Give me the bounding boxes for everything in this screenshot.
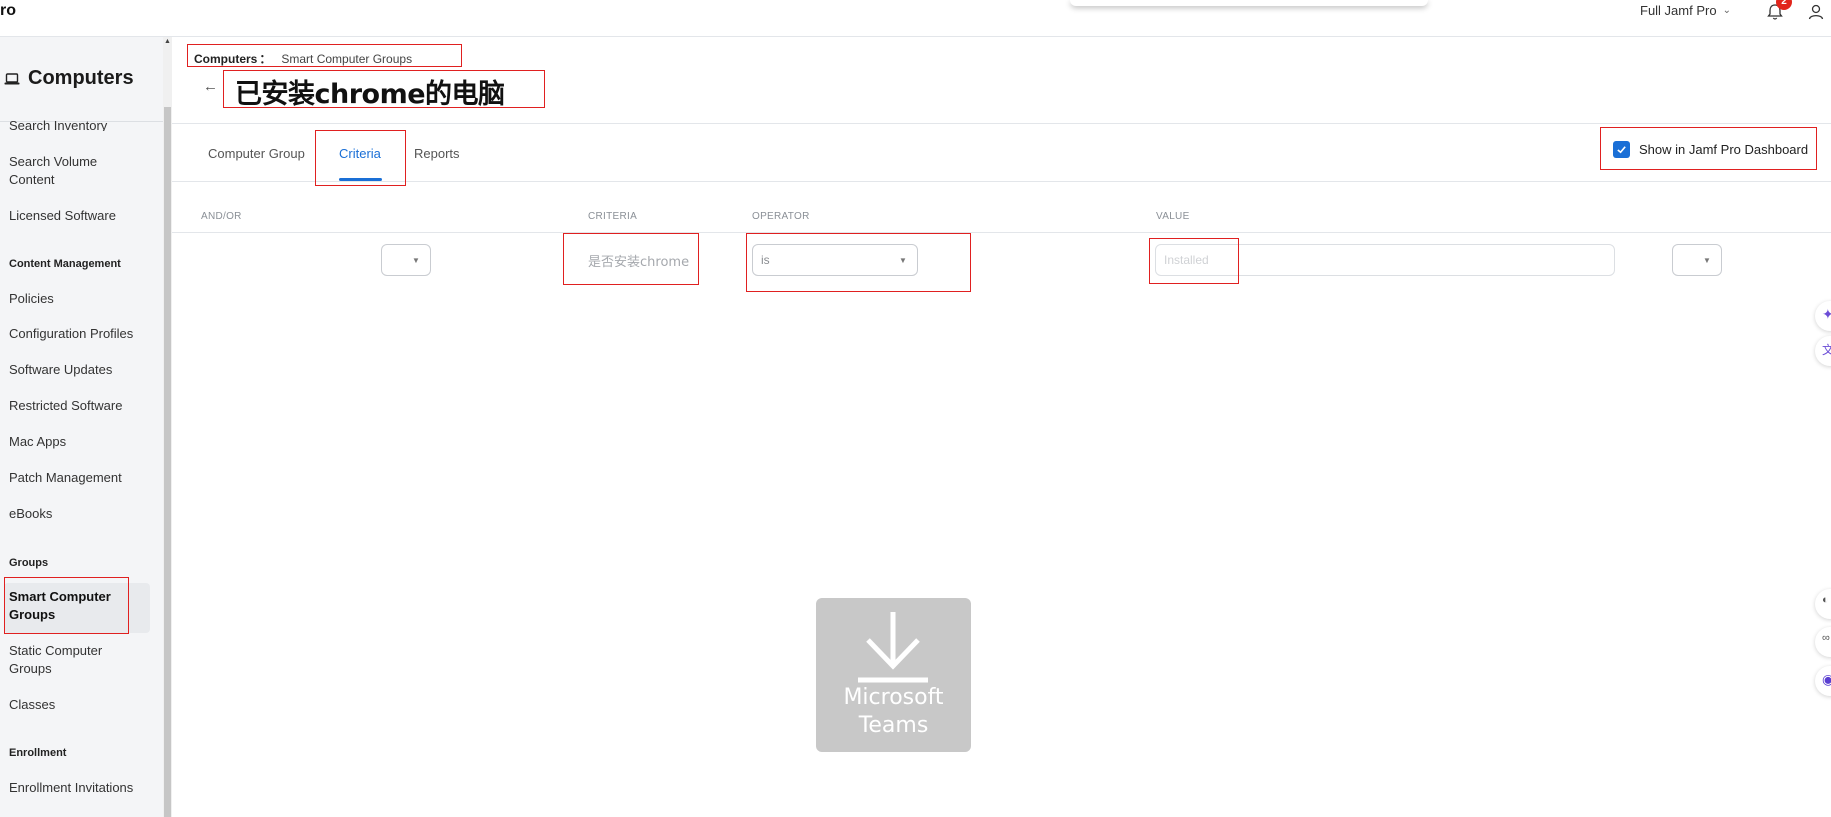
user-icon[interactable]	[1806, 2, 1826, 22]
laptop-icon	[4, 72, 20, 84]
teams-label-line2: Teams	[858, 713, 929, 738]
environment-switcher[interactable]: Full Jamf Pro ⌄	[1640, 3, 1731, 18]
sidebar-item-static-computer-groups[interactable]: Static Computer Groups	[9, 642, 129, 678]
side-tool-button-2[interactable]: ∞	[1815, 627, 1831, 657]
download-arrow-icon	[858, 612, 928, 683]
sidebar-item-licensed-software[interactable]: Licensed Software	[9, 207, 149, 225]
translate-icon: 文	[1822, 343, 1831, 357]
side-tool-button-3[interactable]: ◉	[1815, 666, 1831, 696]
ai-assistant-button[interactable]: ✦	[1815, 301, 1831, 331]
dashboard-checkbox[interactable]	[1613, 141, 1630, 158]
tab-criteria[interactable]: Criteria	[339, 146, 381, 161]
column-header-operator: OPERATOR	[752, 211, 810, 222]
tool-icon: ◐	[1822, 594, 1829, 606]
tab-reports[interactable]: Reports	[414, 146, 460, 161]
scroll-up-arrow-icon[interactable]: ▲	[163, 38, 172, 45]
caret-down-icon: ▼	[412, 256, 420, 265]
sidebar-item-search-volume-content[interactable]: Search Volume Content	[9, 153, 129, 189]
show-in-dashboard-toggle[interactable]: Show in Jamf Pro Dashboard	[1613, 141, 1808, 158]
section-heading-groups: Groups	[9, 557, 49, 569]
checkmark-icon	[1617, 146, 1626, 154]
tab-computer-group[interactable]: Computer Group	[208, 146, 305, 161]
header-divider	[172, 123, 1831, 124]
sidebar-item-smart-computer-groups[interactable]: Smart Computer Groups	[9, 588, 129, 624]
column-header-value: VALUE	[1156, 211, 1190, 222]
sidebar-item-classes[interactable]: Classes	[9, 696, 149, 714]
sparkle-icon: ✦	[1822, 306, 1831, 322]
sidebar-item-configuration-profiles[interactable]: Configuration Profiles	[9, 325, 149, 343]
sidebar-title: Computers	[4, 67, 134, 90]
sidebar-scrollbar-thumb[interactable]	[164, 107, 171, 817]
environment-label: Full Jamf Pro	[1640, 3, 1717, 18]
trailing-select[interactable]: ▼	[1672, 244, 1722, 276]
link-icon: ∞	[1822, 632, 1830, 644]
sidebar-item-patch-management[interactable]: Patch Management	[9, 469, 149, 487]
top-bar: ro Full Jamf Pro ⌄ 2	[0, 0, 1831, 37]
sidebar-item-search-inventory[interactable]: Search Inventory	[9, 117, 149, 131]
notification-badge: 2	[1776, 0, 1792, 10]
column-header-and-or: AND/OR	[201, 211, 242, 222]
table-header-divider	[172, 232, 1831, 233]
column-header-criteria: CRITERIA	[588, 211, 638, 222]
app-name: ro	[0, 2, 16, 19]
section-heading-content-management: Content Management	[9, 258, 121, 270]
teams-label: Microsoft Teams	[816, 684, 971, 740]
dashboard-checkbox-label: Show in Jamf Pro Dashboard	[1639, 142, 1809, 157]
translate-button[interactable]: 文	[1815, 336, 1831, 366]
sidebar-item-enrollment-invitations[interactable]: Enrollment Invitations	[9, 779, 149, 797]
sidebar-item-software-updates[interactable]: Software Updates	[9, 361, 149, 379]
value-field[interactable]	[1155, 244, 1615, 276]
breadcrumb-current[interactable]: Smart Computer Groups	[281, 52, 412, 66]
page-title: 已安装chrome的电脑	[235, 79, 505, 110]
operator-value: is	[761, 253, 770, 267]
teams-label-line1: Microsoft	[843, 685, 944, 710]
sidebar-item-ebooks[interactable]: eBooks	[9, 505, 149, 523]
back-arrow-icon[interactable]: ←	[203, 78, 218, 95]
chevron-down-icon: ⌄	[1722, 5, 1731, 16]
criteria-name: 是否安装chrome	[588, 255, 690, 270]
side-tool-button-1[interactable]: ◐	[1815, 589, 1831, 619]
breadcrumb-root[interactable]: Computers	[194, 52, 257, 66]
teams-download-overlay[interactable]: Microsoft Teams	[816, 598, 971, 752]
breadcrumb-separator: ：	[259, 52, 272, 66]
operator-select[interactable]: is ▼	[752, 244, 918, 276]
section-heading-enrollment: Enrollment	[9, 747, 67, 759]
sidebar-title-label: Computers	[28, 67, 134, 89]
and-or-select[interactable]: ▼	[381, 244, 431, 276]
sidebar-item-mac-apps[interactable]: Mac Apps	[9, 433, 149, 451]
caret-down-icon: ▼	[899, 256, 907, 265]
tabs-divider	[172, 181, 1831, 182]
sidebar-item-restricted-software[interactable]: Restricted Software	[9, 397, 149, 415]
floating-popup-edge	[1070, 0, 1428, 6]
assistant-face-icon: ◉	[1822, 671, 1831, 687]
sidebar-item-policies[interactable]: Policies	[9, 290, 149, 308]
caret-down-icon: ▼	[1703, 256, 1711, 265]
breadcrumb: Computers： Smart Computer Groups	[194, 50, 412, 67]
